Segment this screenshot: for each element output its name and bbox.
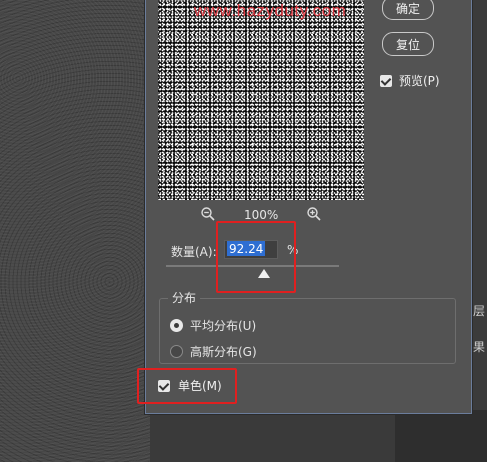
- monochrome-highlight-box: [137, 368, 237, 404]
- checkbox-checked-icon[interactable]: [380, 74, 392, 87]
- side-panel-char[interactable]: 果: [473, 338, 485, 355]
- ok-button[interactable]: 确定: [382, 0, 434, 20]
- preview-checkbox-label: 预览(P): [399, 74, 440, 88]
- zoom-in-icon[interactable]: [306, 206, 322, 225]
- radio-gaussian[interactable]: 高斯分布(G): [170, 343, 257, 360]
- preview-checkbox[interactable]: 预览(P): [380, 72, 440, 89]
- preview-image[interactable]: [158, 0, 364, 200]
- reset-button[interactable]: 复位: [382, 32, 434, 56]
- distribution-title: 分布: [168, 289, 201, 306]
- amount-highlight-box: [216, 221, 296, 293]
- watermark-text: www.hazyduty.com: [194, 1, 347, 20]
- right-panel-edge: [470, 0, 487, 462]
- radio-unselected-icon[interactable]: [170, 345, 183, 358]
- radio-selected-icon[interactable]: [170, 319, 183, 332]
- radio-gaussian-label: 高斯分布(G): [190, 345, 257, 359]
- zoom-out-icon[interactable]: [200, 206, 216, 225]
- radio-uniform[interactable]: 平均分布(U): [170, 317, 256, 334]
- side-panel-char[interactable]: 层: [473, 302, 485, 319]
- add-noise-dialog: www.hazyduty.com 确定 复位 预览(P) 100% 数量(A):…: [137, 0, 472, 414]
- radio-uniform-label: 平均分布(U): [190, 319, 257, 333]
- canvas-noise-background: [0, 0, 150, 462]
- right-panel-strip: [395, 410, 487, 462]
- amount-label: 数量(A):: [171, 245, 217, 259]
- zoom-level: 100%: [244, 208, 279, 222]
